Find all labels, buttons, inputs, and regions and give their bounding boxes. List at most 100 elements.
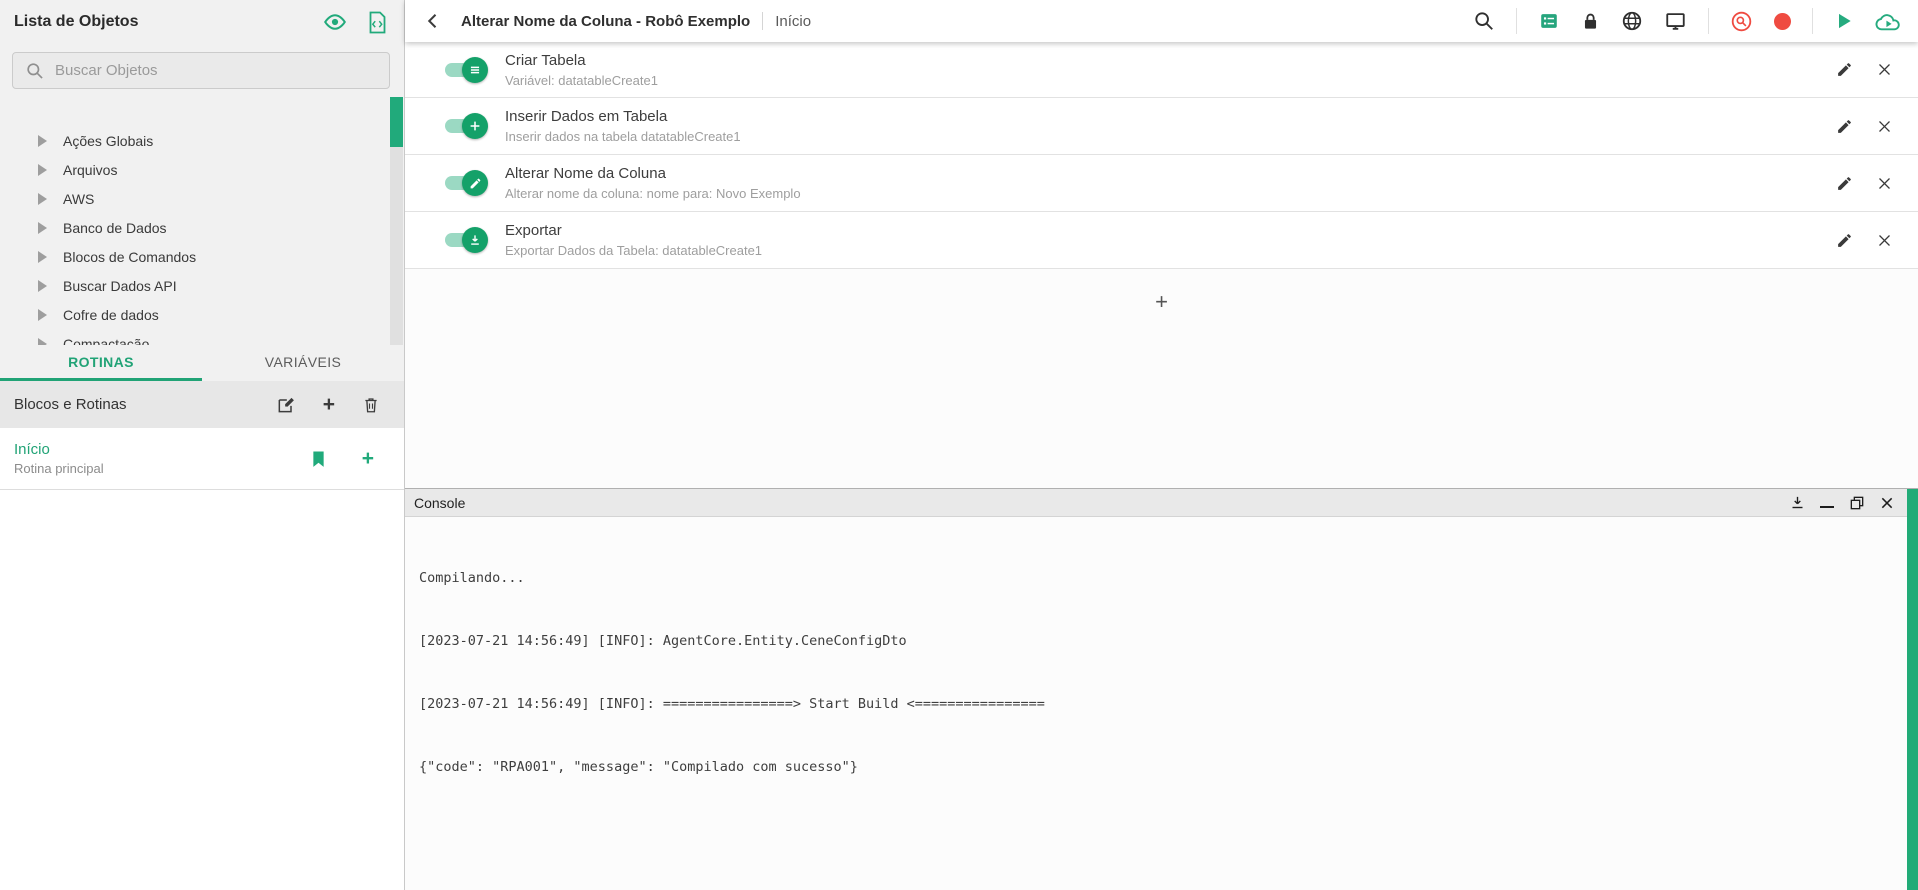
delete-step-button[interactable] [1877,62,1892,77]
tree-item-compactacao[interactable]: Compactação [0,329,386,345]
step-toggle[interactable] [445,170,488,196]
step-actions [1836,118,1892,135]
step-toggle[interactable] [445,113,488,139]
list-icon[interactable] [1538,10,1560,32]
title-separator [762,12,764,30]
download-icon[interactable] [1790,495,1805,510]
tree-item-acoes-globais[interactable]: Ações Globais [0,126,386,155]
search-icon [25,61,45,81]
chevron-right-icon[interactable] [38,279,47,292]
search-icon[interactable] [1473,10,1495,32]
blocks-title: Blocos e Rotinas [14,396,127,413]
step-row-criar-tabela[interactable]: Criar Tabela Variável: datatableCreate1 [405,42,1918,98]
step-row-alterar-nome[interactable]: Alterar Nome da Coluna Alterar nome da c… [405,155,1918,212]
console-line: {"code": "RPA001", "message": "Compilado… [419,759,858,775]
delete-step-button[interactable] [1877,233,1892,248]
pencil-icon [462,170,488,196]
add-step-button[interactable]: + [1155,291,1168,313]
edit-square-icon[interactable] [276,395,296,415]
lock-icon[interactable] [1581,11,1600,32]
topbar: Alterar Nome da Coluna - Robô Exemplo In… [405,0,1918,42]
close-icon[interactable] [1880,496,1894,510]
object-list-sidebar: Lista de Objetos Ações Globais Arquivos … [0,0,405,890]
delete-step-button[interactable] [1877,119,1892,134]
step-text: Exportar Exportar Dados da Tabela: datat… [505,222,1836,258]
plus-icon [462,113,488,139]
record-icon[interactable] [1774,12,1791,30]
tree-item-buscar-dados-api[interactable]: Buscar Dados API [0,271,386,300]
chevron-right-icon[interactable] [38,337,47,345]
routine-tab-inicio[interactable]: Início [775,13,811,30]
edit-step-button[interactable] [1836,118,1853,135]
sidebar-title: Lista de Objetos [14,13,139,30]
console-panel: Console Compilando... [2023-07-21 14:56:… [405,488,1918,890]
chevron-left-icon[interactable] [423,11,443,31]
step-toggle[interactable] [445,227,488,253]
tree-item-blocos-de-comandos[interactable]: Blocos de Comandos [0,242,386,271]
step-row-inserir-dados[interactable]: Inserir Dados em Tabela Inserir dados na… [405,98,1918,155]
search-input[interactable] [55,62,377,79]
tree-scrollbar[interactable] [390,97,403,345]
disc-search-icon[interactable] [1730,10,1753,33]
chevron-right-icon[interactable] [38,134,47,147]
tab-rotinas[interactable]: ROTINAS [0,345,202,381]
object-tree: Ações Globais Arquivos AWS Banco de Dado… [0,126,386,345]
step-title: Criar Tabela [505,51,586,69]
monitor-icon[interactable] [1664,10,1687,32]
chevron-right-icon[interactable] [38,250,47,263]
file-code-icon[interactable] [367,11,388,34]
step-toggle[interactable] [445,56,488,83]
console-scrollbar-thumb[interactable] [1907,489,1918,890]
sidebar-tabs: ROTINAS VARIÁVEIS [0,345,404,381]
edit-step-button[interactable] [1836,61,1853,78]
tab-variaveis[interactable]: VARIÁVEIS [202,345,404,381]
menu-icon [462,56,488,83]
edit-step-button[interactable] [1836,175,1853,192]
blocks-and-routines-bar: Blocos e Rotinas + [0,381,404,428]
routine-description: Rotina principal [14,461,104,476]
tree-item-banco-de-dados[interactable]: Banco de Dados [0,213,386,242]
tree-item-arquivos[interactable]: Arquivos [0,155,386,184]
add-step-area: + [405,291,1918,313]
play-icon[interactable] [1834,11,1854,31]
tree-item-cofre-de-dados[interactable]: Cofre de dados [0,300,386,329]
cloud-play-icon[interactable] [1875,10,1902,33]
step-subtitle: Inserir dados na tabela datatableCreate1 [505,129,741,144]
trash-icon[interactable] [362,395,380,415]
chevron-right-icon[interactable] [38,192,47,205]
chevron-right-icon[interactable] [38,163,47,176]
step-row-exportar[interactable]: Exportar Exportar Dados da Tabela: datat… [405,212,1918,269]
object-search-box[interactable] [12,52,390,89]
tree-scrollbar-thumb[interactable] [390,97,403,147]
routine-text: Início Rotina principal [14,441,309,476]
tree-item-label: AWS [63,190,95,207]
step-text: Criar Tabela Variável: datatableCreate1 [505,52,1836,88]
console-title: Console [414,494,466,511]
minimize-icon[interactable] [1820,498,1834,508]
page-title: Alterar Nome da Coluna - Robô Exemplo [461,12,751,30]
edit-step-button[interactable] [1836,232,1853,249]
step-actions [1836,175,1892,192]
routine-item-inicio[interactable]: Início Rotina principal + [0,428,404,490]
step-title: Alterar Nome da Coluna [505,165,666,182]
chevron-right-icon[interactable] [38,308,47,321]
bookmark-icon[interactable] [309,448,328,470]
add-block-button[interactable]: + [323,394,335,415]
tree-item-aws[interactable]: AWS [0,184,386,213]
step-subtitle: Variável: datatableCreate1 [505,72,658,88]
globe-icon[interactable] [1621,10,1643,32]
divider [1516,8,1517,34]
eye-icon[interactable] [323,10,347,34]
tree-item-label: Arquivos [63,161,118,178]
tree-item-label: Buscar Dados API [63,277,177,294]
step-subtitle: Exportar Dados da Tabela: datatableCreat… [505,243,763,258]
delete-step-button[interactable] [1877,176,1892,191]
step-list: Criar Tabela Variável: datatableCreate1 … [405,42,1918,269]
step-text: Alterar Nome da Coluna Alterar nome da c… [505,165,1836,201]
divider [1812,8,1813,34]
add-routine-button[interactable]: + [362,448,374,469]
restore-icon[interactable] [1849,495,1865,511]
topbar-actions [1473,8,1902,34]
chevron-right-icon[interactable] [38,221,47,234]
tree-item-label: Banco de Dados [63,219,167,236]
